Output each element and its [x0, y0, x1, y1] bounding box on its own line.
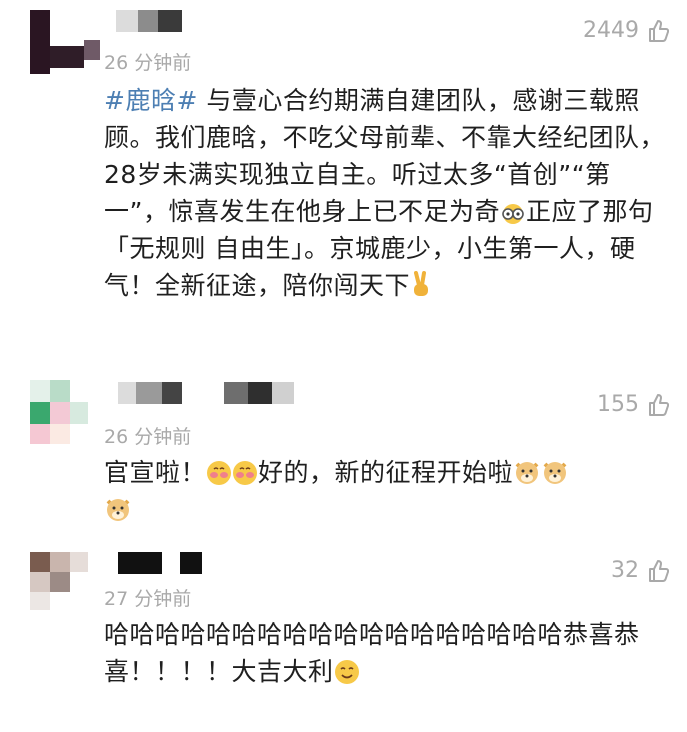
smile-emoji [334, 660, 359, 684]
like-button[interactable]: 155 [597, 392, 669, 417]
victory-hand-emoji [414, 271, 429, 296]
like-count: 2449 [583, 18, 639, 43]
like-count: 155 [597, 392, 639, 417]
glasses-emoji [502, 204, 524, 224]
comment-time: 27 分钟前 [104, 588, 192, 610]
comment-text-part: 哈哈哈哈哈哈哈哈哈哈哈哈哈哈哈哈哈哈恭喜恭喜！！！！大吉大利 [104, 620, 640, 686]
comment-text-part: 官宣啦！ [104, 458, 207, 487]
like-button[interactable]: 2449 [583, 18, 669, 43]
comment-time: 26 分钟前 [104, 426, 192, 448]
comment-item: 27 分钟前 32 哈哈哈哈哈哈哈哈哈哈哈哈哈哈哈哈哈哈恭喜恭喜！！！！大吉大利 [0, 542, 687, 732]
doge-emoji [543, 462, 567, 484]
comment-text: #鹿晗# 与壹心合约期满自建团队，感谢三载照顾。我们鹿晗，不吃父母前辈、不靠大经… [104, 82, 674, 304]
thumbs-up-icon [649, 19, 669, 42]
avatar[interactable] [30, 10, 100, 74]
blush-emoji [233, 461, 258, 485]
comment-text: 哈哈哈哈哈哈哈哈哈哈哈哈哈哈哈哈哈哈恭喜恭喜！！！！大吉大利 [104, 616, 674, 690]
comment-text-part: 好的，新的征程开始啦 [258, 458, 514, 487]
comment-item: 26 分钟前 2449 #鹿晗# 与壹心合约期满自建团队，感谢三载照顾。我们鹿晗… [0, 0, 687, 372]
blush-emoji [207, 461, 232, 485]
thumbs-up-icon [649, 393, 669, 416]
thumbs-up-icon [649, 559, 669, 582]
comment-time: 26 分钟前 [104, 52, 192, 74]
avatar[interactable] [30, 380, 88, 444]
doge-emoji [106, 499, 130, 521]
comment-text: 官宣啦！ 好的，新的征程开始啦 [104, 454, 674, 528]
hashtag-link[interactable]: #鹿晗# [104, 86, 198, 115]
like-count: 32 [611, 558, 639, 583]
doge-emoji [515, 462, 539, 484]
like-button[interactable]: 32 [611, 558, 669, 583]
comment-item: 26 分钟前 155 官宣啦！ 好的，新的征程开始啦 [0, 372, 687, 542]
avatar[interactable] [30, 552, 88, 610]
